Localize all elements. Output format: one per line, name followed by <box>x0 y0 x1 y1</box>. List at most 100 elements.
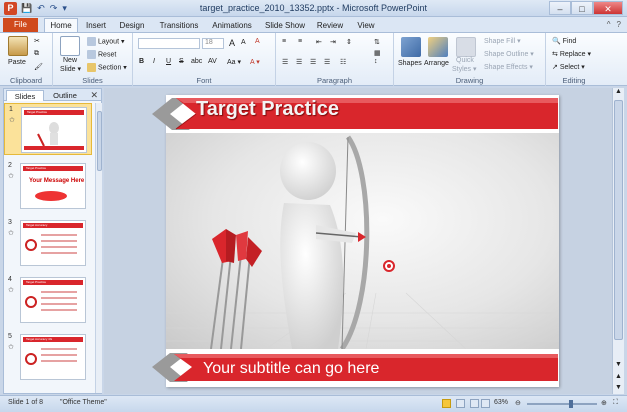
fit-slide-icon[interactable]: ⛶ <box>613 399 618 407</box>
slides-group: New Slide ▾ Layout ▾ Reset Section ▾ Sli… <box>53 33 133 86</box>
scrollbar-thumb[interactable] <box>97 111 102 171</box>
drawing-label: Drawing <box>455 76 484 85</box>
help-icon[interactable]: ? <box>617 20 621 29</box>
shapes-button[interactable]: Shapes <box>398 60 422 67</box>
bold-button[interactable]: B <box>139 58 144 65</box>
tab-review[interactable]: Review <box>314 19 346 32</box>
quick-styles-icon[interactable] <box>456 37 476 57</box>
scroll-up-icon[interactable]: ▲ <box>613 88 624 98</box>
tab-outline[interactable]: Outline <box>46 90 84 101</box>
cut-icon[interactable]: ✂ <box>34 37 40 45</box>
line-spacing-icon[interactable]: ⇕ <box>346 38 352 46</box>
layout-icon <box>87 37 96 46</box>
increase-indent-icon[interactable]: ⇥ <box>330 38 336 46</box>
slide-thumbnail-5[interactable]: 5 ✩ Target Accuracy 4G <box>4 331 92 383</box>
slide-thumbnail-3[interactable]: 3 ✩ Target Accuracy <box>4 217 92 269</box>
strikethrough-button[interactable]: S <box>179 58 184 65</box>
shrink-font-button[interactable]: A <box>241 39 246 46</box>
italic-button[interactable]: I <box>153 58 155 65</box>
layout-button[interactable]: Layout ▾ <box>87 37 124 46</box>
zoom-level[interactable]: 63% <box>494 399 508 406</box>
smartart-icon[interactable]: ▦ <box>374 49 381 57</box>
maximize-button[interactable]: □ <box>571 1 593 15</box>
font-group: 18 A A A B I U S abc AV Aa ▾ A ▾ Font <box>133 33 276 86</box>
zoom-slider-handle[interactable] <box>569 400 574 408</box>
find-button[interactable]: 🔍 Find <box>552 37 576 45</box>
shape-fill-button[interactable]: Shape Fill ▾ <box>484 37 521 45</box>
underline-button[interactable]: U <box>166 58 171 65</box>
columns-icon[interactable]: ☷ <box>340 58 346 66</box>
quick-styles-dropdown[interactable]: Styles ▾ <box>452 65 477 73</box>
text-direction-icon[interactable]: ⇅ <box>374 38 380 46</box>
font-size-input[interactable]: 18 <box>202 38 224 49</box>
paste-icon[interactable] <box>8 36 28 56</box>
slide-show-icon[interactable] <box>481 399 490 408</box>
arrange-button[interactable]: Arrange <box>424 60 449 67</box>
shapes-icon[interactable] <box>401 37 421 57</box>
align-text-icon[interactable]: ↕ <box>374 58 378 65</box>
shape-effects-button[interactable]: Shape Effects ▾ <box>484 63 533 71</box>
close-pane-icon[interactable]: ✕ <box>90 89 98 101</box>
char-spacing-button[interactable]: AV <box>208 58 217 65</box>
format-painter-icon[interactable]: 🖌 <box>34 63 43 71</box>
align-center-icon[interactable]: ☰ <box>296 58 302 66</box>
font-name-input[interactable] <box>138 38 200 49</box>
paste-button[interactable]: Paste <box>8 59 26 66</box>
theme-name[interactable]: "Office Theme" <box>60 399 107 406</box>
change-case-button[interactable]: Aa ▾ <box>227 58 241 66</box>
editor-scrollbar[interactable]: ▲ ▼ ▲ ▼ <box>612 88 624 394</box>
zoom-slider[interactable] <box>527 400 597 408</box>
thumbnail-image: Target Accuracy <box>20 220 86 266</box>
zoom-out-icon[interactable]: ⊖ <box>515 399 521 407</box>
new-slide-button[interactable]: New <box>63 57 77 64</box>
minimize-button[interactable]: – <box>549 1 571 15</box>
new-slide-icon[interactable] <box>60 36 80 56</box>
slide-thumbnail-4[interactable]: 4 ✩ Target Practice <box>4 274 92 326</box>
new-slide-dropdown[interactable]: Slide ▾ <box>60 65 81 73</box>
reset-button[interactable]: Reset <box>87 50 116 59</box>
replace-button[interactable]: ⇆ Replace ▾ <box>552 50 591 58</box>
minimize-ribbon-icon[interactable]: ^ <box>607 20 611 29</box>
slides-pane-scrollbar[interactable] <box>95 103 102 393</box>
tab-animations[interactable]: Animations <box>210 19 254 32</box>
numbering-icon[interactable]: ≡ <box>298 38 302 45</box>
select-button[interactable]: ↗ Select ▾ <box>552 63 585 71</box>
tab-file[interactable]: File <box>3 18 38 32</box>
next-slide-icon[interactable]: ▼ <box>613 384 624 391</box>
clear-format-button[interactable]: A <box>255 38 260 45</box>
shadow-button[interactable]: abc <box>191 58 202 65</box>
grow-font-button[interactable]: A <box>229 38 235 48</box>
tab-design[interactable]: Design <box>116 19 148 32</box>
justify-icon[interactable]: ☰ <box>324 58 330 66</box>
scroll-down-icon[interactable]: ▼ <box>613 361 624 368</box>
zoom-in-icon[interactable]: ⊕ <box>601 399 607 407</box>
previous-slide-icon[interactable]: ▲ <box>613 373 624 380</box>
reading-view-icon[interactable] <box>470 399 479 408</box>
tab-insert[interactable]: Insert <box>82 19 110 32</box>
slide-subtitle[interactable]: Your subtitle can go here <box>203 360 379 378</box>
slide-title[interactable]: Target Practice <box>196 98 339 121</box>
slide-sorter-icon[interactable] <box>456 399 465 408</box>
arrange-icon[interactable] <box>428 37 448 57</box>
bullets-icon[interactable]: ≡ <box>282 38 286 45</box>
normal-view-icon[interactable] <box>442 399 451 408</box>
shape-outline-button[interactable]: Shape Outline ▾ <box>484 50 534 58</box>
editor-scroll-thumb[interactable] <box>614 100 623 340</box>
tab-home[interactable]: Home <box>44 18 78 32</box>
clipboard-label: Clipboard <box>9 76 43 85</box>
tab-transitions[interactable]: Transitions <box>156 19 202 32</box>
slide-thumbnail-1[interactable]: 1 ✩ Target Practice <box>4 103 92 155</box>
tab-slide-show[interactable]: Slide Show <box>262 19 308 32</box>
slide-thumbnail-2[interactable]: 2 ✩ Target Practice Your Message Here <box>4 160 92 212</box>
quick-styles-button[interactable]: Quick <box>456 57 474 64</box>
font-color-button[interactable]: A ▾ <box>250 58 260 66</box>
align-left-icon[interactable]: ☰ <box>282 58 288 66</box>
section-button[interactable]: Section ▾ <box>87 63 127 72</box>
copy-icon[interactable]: ⧉ <box>34 50 39 58</box>
close-button[interactable]: ✕ <box>593 1 623 15</box>
align-right-icon[interactable]: ☰ <box>310 58 316 66</box>
current-slide[interactable] <box>166 95 559 387</box>
tab-slides[interactable]: Slides <box>6 90 44 101</box>
tab-view[interactable]: View <box>352 19 380 32</box>
decrease-indent-icon[interactable]: ⇤ <box>316 38 322 46</box>
